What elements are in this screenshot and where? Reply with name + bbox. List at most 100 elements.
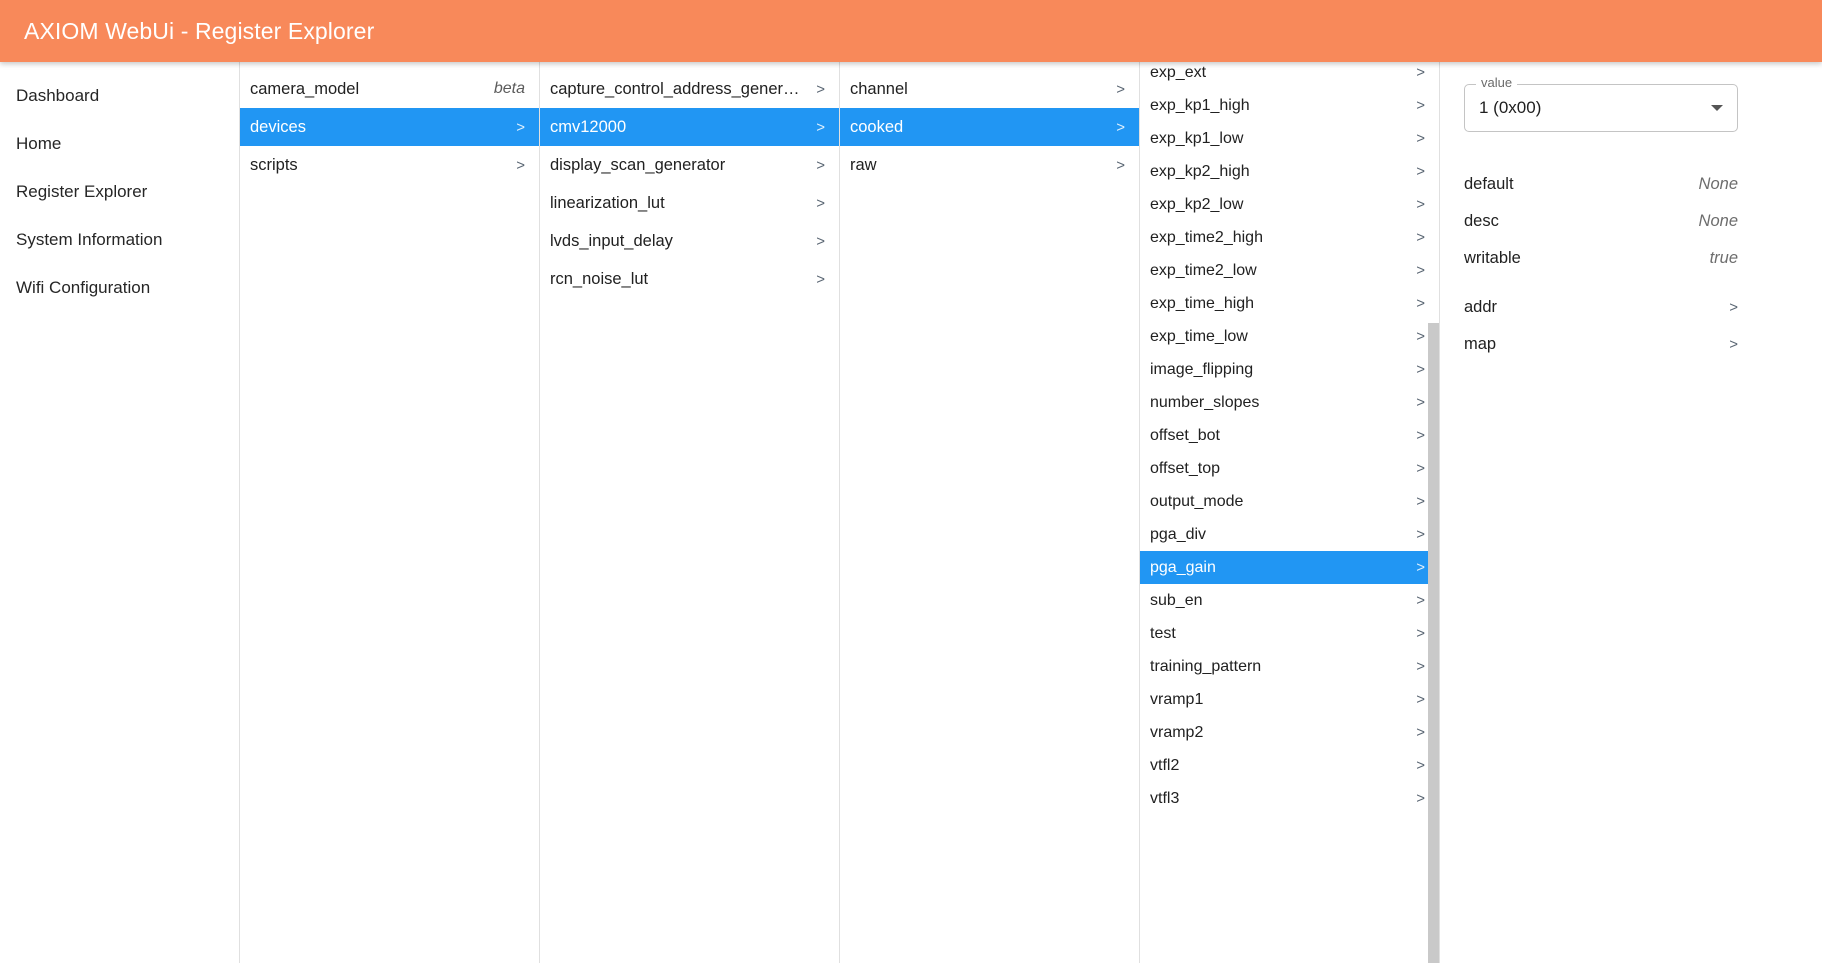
chevron-right-icon: >: [1416, 526, 1425, 543]
scrollbar-track[interactable]: [1428, 62, 1439, 963]
list-item-label: pga_div: [1150, 525, 1207, 543]
list-item-cmv12000[interactable]: cmv12000 >: [540, 108, 839, 146]
list-item-label: scripts: [250, 155, 298, 174]
chevron-right-icon: >: [1416, 427, 1425, 444]
chevron-right-icon: >: [1416, 394, 1425, 411]
list-item-exp-time-low[interactable]: exp_time_low >: [1140, 320, 1439, 353]
list-item-scripts[interactable]: scripts >: [240, 146, 539, 184]
chevron-right-icon: >: [1416, 625, 1425, 642]
chevron-right-icon: >: [1416, 724, 1425, 741]
miller-column-browser: camera_model beta devices > scripts > ca…: [240, 62, 1822, 963]
list-item-vramp1[interactable]: vramp1 >: [1140, 683, 1439, 716]
value-select[interactable]: value 1 (0x00): [1464, 76, 1738, 132]
list-item-exp-time2-low[interactable]: exp_time2_low >: [1140, 254, 1439, 287]
property-value: None: [1698, 212, 1738, 230]
list-item-raw[interactable]: raw >: [840, 146, 1139, 184]
list-item-exp-kp1-low[interactable]: exp_kp1_low >: [1140, 122, 1439, 155]
list-item-label: cmv12000: [550, 117, 627, 136]
chevron-right-icon: >: [1116, 80, 1125, 98]
list-item-pga-gain[interactable]: pga_gain >: [1140, 551, 1439, 584]
detail-spacer: [1464, 277, 1738, 289]
chevron-right-icon: >: [1416, 493, 1425, 510]
list-item-sub-en[interactable]: sub_en >: [1140, 584, 1439, 617]
column-root: camera_model beta devices > scripts >: [240, 62, 540, 963]
chevron-right-icon: >: [1116, 156, 1125, 174]
list-item-linearization-lut[interactable]: linearization_lut >: [540, 184, 839, 222]
chevron-right-icon: >: [1416, 229, 1425, 246]
chevron-right-icon: >: [1416, 460, 1425, 477]
list-item-label: camera_model: [250, 79, 360, 98]
list-item-exp-kp2-high[interactable]: exp_kp2_high >: [1140, 155, 1439, 188]
sidebar-item-label: Home: [16, 134, 62, 153]
detail-nav-map[interactable]: map >: [1464, 326, 1738, 363]
list-item-exp-ext[interactable]: exp_ext >: [1140, 62, 1439, 89]
list-item-capture-control-address-generator[interactable]: capture_control_address_generator >: [540, 70, 839, 108]
sidebar-item-wifi-configuration[interactable]: Wifi Configuration: [0, 264, 239, 312]
list-item-label: linearization_lut: [550, 193, 665, 212]
scrollbar-thumb[interactable]: [1428, 323, 1439, 963]
chevron-right-icon: >: [1416, 691, 1425, 708]
chevron-right-icon: >: [1416, 97, 1425, 114]
beta-badge: beta: [493, 80, 525, 97]
sidebar-item-system-information[interactable]: System Information: [0, 216, 239, 264]
sidebar-item-label: Dashboard: [16, 86, 100, 105]
list-item-vramp2[interactable]: vramp2 >: [1140, 716, 1439, 749]
list-item-label: output_mode: [1150, 492, 1244, 510]
chevron-right-icon: >: [1416, 262, 1425, 279]
list-item-label: vramp2: [1150, 723, 1204, 741]
sidebar-item-label: System Information: [16, 230, 163, 249]
property-key: writable: [1464, 249, 1521, 267]
list-item-label: cooked: [850, 117, 904, 136]
list-item-label: vtfl3: [1150, 789, 1180, 807]
chevron-right-icon: >: [816, 232, 825, 250]
list-item-label: vtfl2: [1150, 756, 1180, 774]
property-value: None: [1698, 175, 1738, 193]
list-item-output-mode[interactable]: output_mode >: [1140, 485, 1439, 518]
list-item-camera-model[interactable]: camera_model beta: [240, 70, 539, 108]
chevron-right-icon: >: [1416, 658, 1425, 675]
chevron-right-icon: >: [1729, 299, 1738, 316]
list-item-number-slopes[interactable]: number_slopes >: [1140, 386, 1439, 419]
list-item-exp-time2-high[interactable]: exp_time2_high >: [1140, 221, 1439, 254]
list-item-exp-kp1-high[interactable]: exp_kp1_high >: [1140, 89, 1439, 122]
list-item-exp-time-high[interactable]: exp_time_high >: [1140, 287, 1439, 320]
list-item-label: vramp1: [1150, 690, 1204, 708]
column-cooked-registers: exp_ext > exp_kp1_high > exp_kp1_low > e…: [1140, 62, 1440, 963]
list-item-label: lvds_input_delay: [550, 231, 673, 250]
chevron-right-icon: >: [816, 80, 825, 98]
property-row-desc: desc None: [1464, 203, 1738, 240]
property-value: true: [1709, 249, 1738, 267]
list-item-training-pattern[interactable]: training_pattern >: [1140, 650, 1439, 683]
chevron-right-icon: >: [1416, 130, 1425, 147]
list-item-label: devices: [250, 117, 306, 136]
chevron-right-icon: >: [1416, 592, 1425, 609]
sidebar-item-home[interactable]: Home: [0, 120, 239, 168]
list-item-vtfl2[interactable]: vtfl2 >: [1140, 749, 1439, 782]
app-body: Dashboard Home Register Explorer System …: [0, 62, 1822, 963]
list-item-label: exp_time2_low: [1150, 261, 1257, 279]
list-item-offset-top[interactable]: offset_top >: [1140, 452, 1439, 485]
list-item-image-flipping[interactable]: image_flipping >: [1140, 353, 1439, 386]
list-item-label: raw: [850, 155, 877, 174]
column-root-list: camera_model beta devices > scripts >: [240, 62, 539, 184]
chevron-right-icon: >: [816, 270, 825, 288]
list-item-test[interactable]: test >: [1140, 617, 1439, 650]
sidebar-item-dashboard[interactable]: Dashboard: [0, 72, 239, 120]
chevron-right-icon: >: [1416, 295, 1425, 312]
detail-nav-addr[interactable]: addr >: [1464, 289, 1738, 326]
chevron-right-icon: >: [516, 118, 525, 136]
list-item-lvds-input-delay[interactable]: lvds_input_delay >: [540, 222, 839, 260]
list-item-vtfl3[interactable]: vtfl3 >: [1140, 782, 1439, 815]
list-item-cooked[interactable]: cooked >: [840, 108, 1139, 146]
list-item-rcn-noise-lut[interactable]: rcn_noise_lut >: [540, 260, 839, 298]
list-item-channel[interactable]: channel >: [840, 70, 1139, 108]
list-item-offset-bot[interactable]: offset_bot >: [1140, 419, 1439, 452]
list-item-exp-kp2-low[interactable]: exp_kp2_low >: [1140, 188, 1439, 221]
sidebar-item-register-explorer[interactable]: Register Explorer: [0, 168, 239, 216]
list-item-display-scan-generator[interactable]: display_scan_generator >: [540, 146, 839, 184]
column-devices-list: capture_control_address_generator > cmv1…: [540, 62, 839, 298]
list-item-devices[interactable]: devices >: [240, 108, 539, 146]
list-item-pga-div[interactable]: pga_div >: [1140, 518, 1439, 551]
list-item-label: number_slopes: [1150, 393, 1260, 411]
list-item-label: exp_time_high: [1150, 294, 1255, 312]
